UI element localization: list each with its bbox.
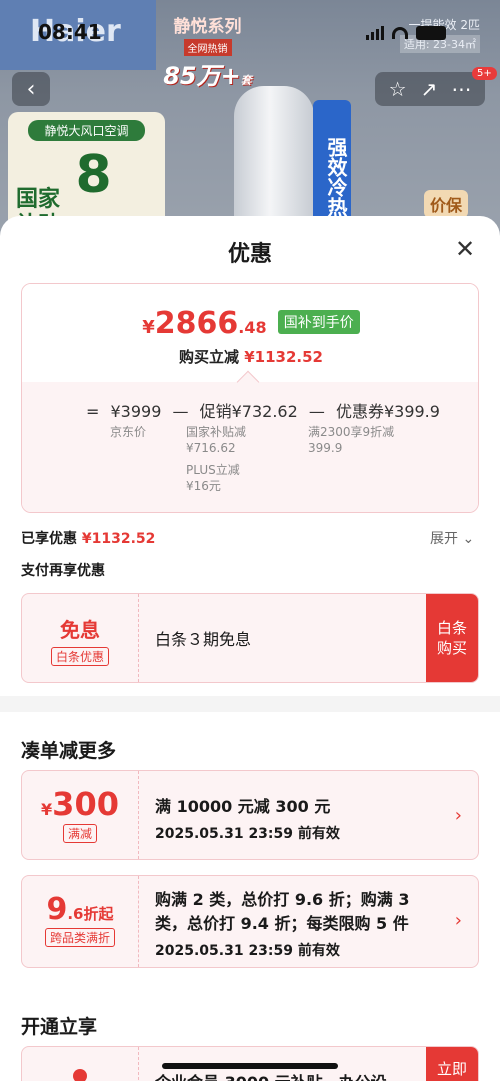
wifi-icon [392,27,408,39]
more-icon[interactable]: ⋯ [451,77,471,101]
bundle-section-title: 凑单减更多 [21,740,117,762]
coupon-tag: 满减 [62,824,97,843]
coupon-detail: 满2300享9折减 399.9 [308,425,395,455]
coupon-title: 购满 2 类，总价打 9.6 折；购满 3 类，总价打 9.4 折；每类限购 5… [155,890,410,933]
base-price-label: 京东价 [110,425,147,439]
signal-icon [366,26,384,40]
sheet-title: 优惠 [227,242,272,267]
discount-sheet: 优惠 ✕ ¥2866.48 国补到手价 购买立减 ¥1132.52 = ¥399… [0,216,500,1081]
baitiao-buy-button[interactable]: 白条 购买 [426,594,478,682]
status-time: 08:41 [38,20,102,44]
coupon-validity: 2025.05.31 23:59 前有效 [155,943,340,959]
membership-open-button[interactable]: 立即 [426,1047,478,1081]
home-indicator [162,1063,338,1069]
saved-total: 已享优惠 ¥1132.52 [21,531,156,547]
baitiao-text: 白条３期免息 [155,630,252,649]
status-icons [366,26,446,40]
coupon-title: 满 10000 元减 300 元 [155,797,331,816]
back-button[interactable]: ‹ [12,72,50,106]
membership-card-left [22,1047,139,1081]
top-actions: ☆ ↗ ⋯ [375,72,485,106]
promo-detail-1: 国家补贴减 ¥716.62 [186,425,247,455]
subsidy-promo-card: 静悦大风口空调 国家补贴 8折 [8,112,165,232]
membership-text: 企业会员 3000 元补贴，办公设 [155,1069,387,1081]
coupon-tag: 跨品类满折 [44,928,115,947]
chevron-right-icon: › [454,910,462,931]
battery-icon [416,26,446,40]
chevron-down-icon: ⌄ [462,531,475,547]
baitiao-card-left: 免息 白条优惠 [22,594,139,682]
baitiao-tag: 白条优惠 [50,647,109,666]
promo-hot: 全网热销 [183,39,232,56]
baitiao-card[interactable]: 免息 白条优惠 白条３期免息 白条 购买 [21,593,479,683]
share-icon[interactable]: ↗ [421,77,438,101]
promo-series: 静悦系列 [173,17,242,37]
coupon-validity: 2025.05.31 23:59 前有效 [155,826,340,842]
promo-detail-2: PLUS立减 ¥16元 [186,463,240,493]
payment-offers-title: 支付再享优惠 [21,563,105,579]
message-badge: 5+ [472,67,497,80]
gov-subsidy-price-tag: 国补到手价 [277,310,360,334]
star-icon[interactable]: ☆ [389,77,407,101]
open-section-title: 开通立享 [21,1016,98,1038]
expand-button[interactable]: 展开 ⌄ [430,528,474,548]
chevron-right-icon: › [454,805,462,826]
promo-sales: 85万+套 [163,62,252,90]
promo-card-header: 静悦大风口空调 [28,120,145,141]
price-protect-tag: 价保 [424,190,469,218]
promo-banner: 静悦系列 全网热销 85万+套 [160,12,255,91]
coupon-card-full-reduction[interactable]: ¥300 满减 满 10000 元减 300 元 2025.05.31 23:5… [21,770,479,860]
close-icon: ✕ [454,235,476,263]
interest-free-label: 免息 [60,618,100,642]
coupon-card-cross-category[interactable]: 9.6折起 跨品类满折 购满 2 类，总价打 9.6 折；购满 3 类，总价打 … [21,875,479,968]
close-button[interactable]: ✕ [450,234,480,264]
chevron-left-icon: ‹ [26,76,36,102]
price-formula: = ¥3999 — 促销¥732.62 — 优惠券¥399.9 [86,402,440,421]
final-price: ¥2866.48 [142,306,267,341]
coupon-amount: ¥300 满减 [22,771,139,859]
price-breakdown-box: ¥2866.48 国补到手价 购买立减 ¥1132.52 = ¥3999 — 促… [21,283,479,513]
dot-icon [73,1069,87,1081]
section-divider [0,696,500,712]
coupon-discount: 9.6折起 跨品类满折 [22,876,139,967]
instant-discount: 购买立减 ¥1132.52 [178,348,323,366]
